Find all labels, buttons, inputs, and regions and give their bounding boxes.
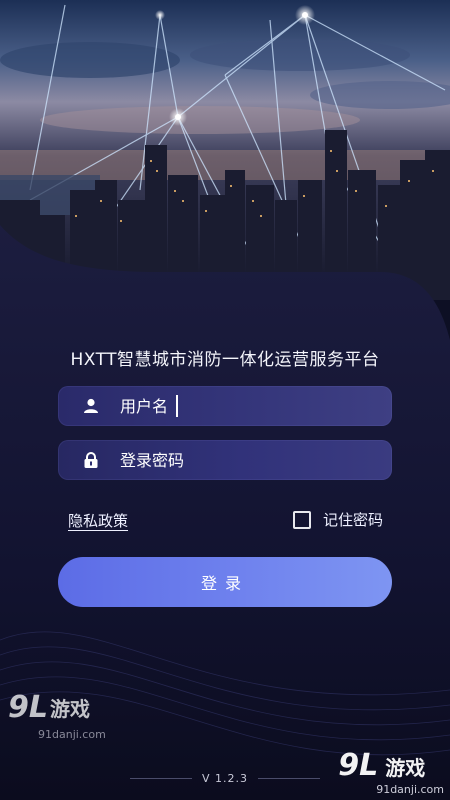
remember-checkbox[interactable] [293, 510, 311, 529]
divider-right [258, 777, 321, 779]
user-icon [80, 395, 102, 417]
remember-label: 记住密码 [323, 511, 384, 529]
watermark-logo: 9L [8, 690, 48, 725]
privacy-policy-link[interactable]: 隐私政策 [68, 510, 128, 531]
app-title: HXTT智慧城市消防一体化运营服务平台 [70, 350, 380, 370]
password-input[interactable] [118, 449, 362, 471]
login-panel: HXTT智慧城市消防一体化运营服务平台 隐私政策 记住密码 登录 9L 游戏 [0, 0, 450, 800]
text-caret [176, 395, 178, 417]
username-input[interactable] [118, 395, 362, 417]
password-field[interactable] [58, 440, 392, 480]
remember-password-toggle[interactable]: 记住密码 [293, 509, 383, 530]
watermark-right: 9L 游戏 91danji.com [338, 748, 444, 796]
watermark-logo: 9L [338, 748, 379, 783]
username-field[interactable] [58, 386, 392, 426]
version-text: V 1.2.3 [202, 771, 249, 785]
watermark-url-left: 91danji.com [38, 728, 106, 741]
divider-left [130, 777, 192, 779]
watermark-text: 游戏 [385, 756, 426, 780]
login-button[interactable]: 登录 [58, 557, 392, 607]
version-row: V 1.2.3 [130, 768, 321, 788]
watermark-text: 游戏 [50, 697, 90, 721]
watermark-left: 9L 游戏 [8, 690, 90, 725]
watermark-url: 91danji.com [376, 783, 444, 796]
lock-icon [80, 449, 102, 471]
